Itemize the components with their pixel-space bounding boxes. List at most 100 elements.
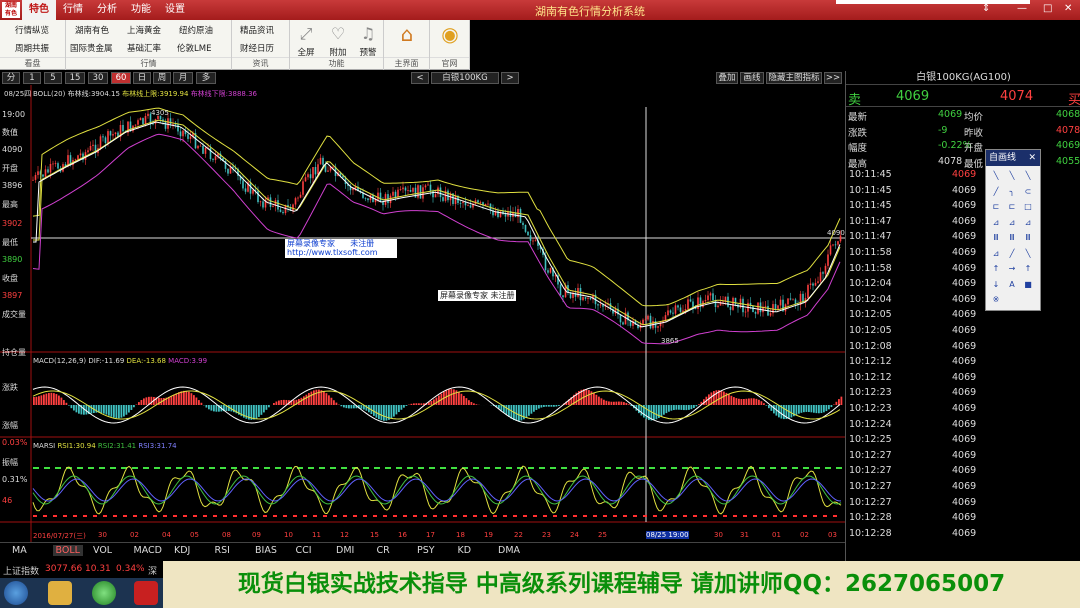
macd-bar <box>343 405 345 408</box>
title-search-strip[interactable] <box>836 0 1030 4</box>
website-button[interactable]: ◉ <box>434 22 466 46</box>
overview-button[interactable]: 行情纵览 <box>15 24 49 36</box>
shanghai-gold-button[interactable]: 上海黄金 <box>127 24 161 36</box>
candle-body <box>57 163 59 169</box>
drawing-tool-icon[interactable]: ⊿ <box>990 248 1002 260</box>
fullscreen-icon: ⤢ <box>299 24 313 43</box>
overlay-button[interactable]: 叠加 <box>716 72 738 84</box>
fullscreen-button[interactable]: ⤢ 全屏 <box>290 22 322 58</box>
drawing-tool-icon[interactable]: ╱ <box>990 186 1002 198</box>
maximize-button[interactable]: □ <box>1043 3 1052 14</box>
indicator-tab-dma[interactable]: DMA <box>498 545 520 556</box>
symbol-next-button[interactable]: > <box>501 72 519 84</box>
candle-body <box>534 240 537 242</box>
period-minute[interactable]: 分 <box>2 72 20 84</box>
palette-header[interactable]: 自画线 ✕ <box>986 150 1040 166</box>
indicator-tab-cr[interactable]: CR <box>377 545 390 556</box>
folder-icon[interactable] <box>48 581 72 605</box>
macd-bar <box>405 405 408 406</box>
symbol-name[interactable]: 白银100KG <box>431 72 499 84</box>
close-icon[interactable]: ✕ <box>1028 150 1036 166</box>
macd-name: MACD(12,26,9) <box>33 357 87 365</box>
drawing-tool-icon[interactable]: ⊏ <box>1006 201 1018 213</box>
drawing-tool-icon[interactable]: ⊂ <box>1022 186 1034 198</box>
candle-body <box>477 200 479 203</box>
indicator-tab-ma[interactable]: MA <box>12 545 27 556</box>
drawing-tool-icon[interactable]: □ <box>1022 201 1034 213</box>
hide-indicator-button[interactable]: 隐藏主图指标 <box>766 72 822 84</box>
app-taskbar-icon[interactable] <box>134 581 158 605</box>
drawing-tool-icon[interactable]: ■ <box>1022 279 1034 291</box>
drawing-tool-icon[interactable]: ╲ <box>990 170 1002 182</box>
candle-body <box>524 225 527 232</box>
drawing-tool-icon[interactable]: Ⅲ <box>1022 232 1034 244</box>
drawing-tool-icon[interactable]: ╱ <box>1006 248 1018 260</box>
indicator-tab-rsi[interactable]: RSI <box>215 545 230 556</box>
drawing-tool-icon[interactable]: ↑ <box>990 263 1002 275</box>
drawing-tool-icon[interactable]: ↓ <box>990 279 1002 291</box>
intl-precious-metals-button[interactable]: 国际贵金属 <box>70 42 113 54</box>
drawing-tool-icon[interactable]: ⊏ <box>990 201 1002 213</box>
period-5[interactable]: 5 <box>44 72 62 84</box>
london-lme-button[interactable]: 伦敦LME <box>177 42 211 54</box>
candle-body <box>214 156 217 161</box>
period-60[interactable]: 60 <box>111 72 131 84</box>
close-button[interactable]: ✕ <box>1064 3 1072 14</box>
draw-line-button[interactable]: 画线 <box>740 72 764 84</box>
drawing-tool-icon[interactable]: Ⅲ <box>990 232 1002 244</box>
period-30[interactable]: 30 <box>88 72 108 84</box>
candle-body <box>204 147 207 154</box>
hunan-nonferrous-button[interactable]: 湖南有色 <box>75 24 109 36</box>
period-1[interactable]: 1 <box>23 72 41 84</box>
start-icon[interactable] <box>4 581 28 605</box>
premium-news-button[interactable]: 精品资讯 <box>240 24 274 36</box>
indicator-tab-psy[interactable]: PSY <box>417 545 435 556</box>
indicator-tab-vol[interactable]: VOL <box>93 545 112 556</box>
browser-icon[interactable] <box>92 581 116 605</box>
restore-icon[interactable]: ⇕ <box>982 3 990 14</box>
cycle-resonance-button[interactable]: 周期共振 <box>15 42 49 54</box>
indicator-tab-cci[interactable]: CCI <box>296 545 312 556</box>
indicator-tab-macd[interactable]: MACD <box>134 545 162 556</box>
indicator-tab-bias[interactable]: BIAS <box>255 545 277 556</box>
period-15[interactable]: 15 <box>65 72 85 84</box>
ny-crude-button[interactable]: 纽约原油 <box>179 24 213 36</box>
macd-bar <box>340 405 343 407</box>
period-week[interactable]: 周 <box>153 72 171 84</box>
period-month[interactable]: 月 <box>173 72 193 84</box>
minimize-button[interactable]: — <box>1017 3 1027 14</box>
drawing-tool-icon[interactable]: ※ <box>990 294 1002 306</box>
drawing-tool-icon[interactable]: ╲ <box>1006 170 1018 182</box>
finance-calendar-button[interactable]: 财经日历 <box>240 42 274 54</box>
candle-body <box>179 131 182 137</box>
macd-bar <box>605 400 608 405</box>
macd-bar <box>830 405 833 408</box>
candle-body <box>649 315 652 329</box>
drawing-tool-icon[interactable]: ⊿ <box>1006 217 1018 229</box>
candle-body <box>332 166 334 168</box>
kline-chart[interactable]: 19:00 数值 4090 开盘 3896 最高 3902 最低 3890 收盘 3897 成交量 持仓… <box>0 85 845 542</box>
indicator-tab-dmi[interactable]: DMI <box>336 545 354 556</box>
indicator-tab-boll[interactable]: BOLL <box>52 545 83 556</box>
base-fx-button[interactable]: 基础汇率 <box>127 42 161 54</box>
symbol-prev-button[interactable]: < <box>411 72 429 84</box>
alert-button[interactable]: ♫ 预警 <box>352 22 384 58</box>
drawing-tool-icon[interactable]: Ⅲ <box>1006 232 1018 244</box>
home-button[interactable]: ⌂ <box>391 22 423 46</box>
drawing-tool-icon[interactable]: ╲ <box>1022 248 1034 260</box>
indicator-tab-kd[interactable]: KD <box>458 545 472 556</box>
drawing-tool-icon[interactable]: ↑ <box>1022 263 1034 275</box>
drawing-tool-icon[interactable]: ╮ <box>1006 186 1018 198</box>
chart-canvas[interactable] <box>0 85 845 542</box>
drawing-tool-icon[interactable]: → <box>1006 263 1018 275</box>
period-day[interactable]: 日 <box>133 72 151 84</box>
more-button[interactable]: >> <box>824 72 842 84</box>
drawing-tool-icon[interactable]: ⊿ <box>990 217 1002 229</box>
drawing-tool-icon[interactable]: ⊿ <box>1022 217 1034 229</box>
attach-button[interactable]: ♡ 附加 <box>322 22 354 58</box>
period-multi[interactable]: 多 <box>196 72 216 84</box>
indicator-tab-kdj[interactable]: KDJ <box>174 545 190 556</box>
drawing-tool-icon[interactable]: ╲ <box>1022 170 1034 182</box>
drawing-tool-icon[interactable]: A <box>1006 279 1018 291</box>
candle-body <box>582 297 584 301</box>
